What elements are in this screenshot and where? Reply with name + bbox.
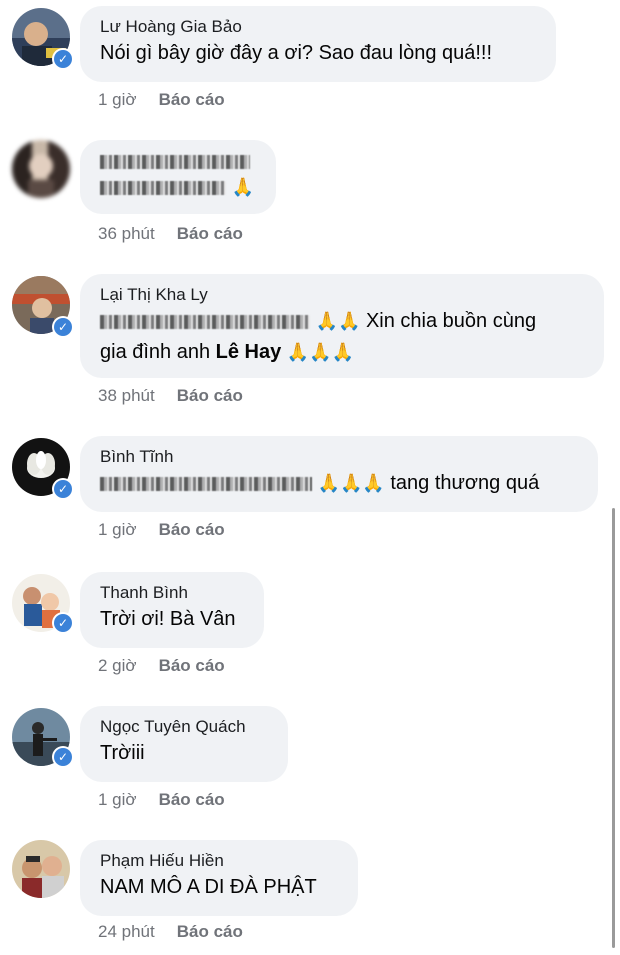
comment-text: NAM MÔ A DI ĐÀ PHẬT — [100, 876, 317, 898]
comment-bubble: Bình Tĩnh 🙏🙏🙏 tang thương quá — [80, 436, 598, 512]
comment-time[interactable]: 1 giờ — [98, 790, 137, 809]
commenter-name[interactable]: Ngọc Tuyên Quách — [100, 716, 268, 738]
comment-time[interactable]: 2 giờ — [98, 656, 137, 675]
comment-time[interactable]: 36 phút — [98, 224, 155, 243]
comment-text: 🙏🙏🙏 tang thương quá — [100, 468, 578, 499]
comment-text: 🙏 — [100, 172, 256, 203]
comment-meta: 1 giờ Báo cáo — [98, 520, 225, 540]
comment-bubble: 🙏 — [80, 140, 276, 214]
comment-bubble: Phạm Hiếu Hiền NAM MÔ A DI ĐÀ PHẬT — [80, 840, 358, 916]
report-button[interactable]: Báo cáo — [159, 90, 225, 109]
comment-time[interactable]: 38 phút — [98, 386, 155, 405]
report-button[interactable]: Báo cáo — [177, 922, 243, 941]
verified-badge-icon: ✓ — [52, 316, 74, 338]
comment-bubble: Ngọc Tuyên Quách Trờiii — [80, 706, 288, 782]
commenter-name[interactable] — [100, 150, 256, 172]
scrollbar[interactable] — [612, 508, 615, 948]
folded-hands-icon: 🙏 — [231, 177, 254, 198]
mentioned-name[interactable]: Lê Hay — [216, 341, 282, 363]
verified-badge-icon: ✓ — [52, 478, 74, 500]
folded-hands-icon: 🙏🙏 — [315, 311, 361, 332]
comment-time[interactable]: 1 giờ — [98, 90, 137, 109]
comment-time[interactable]: 24 phút — [98, 922, 155, 941]
report-button[interactable]: Báo cáo — [159, 790, 225, 809]
comment-text: Trờiii — [100, 742, 145, 764]
comment-meta: 38 phút Báo cáo — [98, 386, 243, 406]
commenter-name[interactable]: Thanh Bình — [100, 582, 244, 604]
comment-bubble: Lại Thị Kha Ly 🙏🙏 Xin chia buồn cùng gia… — [80, 274, 604, 378]
comment-meta: 2 giờ Báo cáo — [98, 656, 225, 676]
comment-meta: 24 phút Báo cáo — [98, 922, 243, 942]
avatar[interactable] — [12, 840, 70, 898]
report-button[interactable]: Báo cáo — [177, 224, 243, 243]
comment-text: gia đình anh Lê Hay 🙏🙏🙏 — [100, 341, 355, 363]
comment-bubble: Thanh Bình Trời ơi! Bà Vân — [80, 572, 264, 648]
report-button[interactable]: Báo cáo — [159, 520, 225, 539]
comment-text: 🙏🙏 Xin chia buồn cùng — [100, 306, 584, 337]
folded-hands-icon: 🙏🙏🙏 — [286, 342, 355, 363]
comment-text: Trời ơi! Bà Vân — [100, 608, 236, 630]
comment-time[interactable]: 1 giờ — [98, 520, 137, 539]
comment-meta: 1 giờ Báo cáo — [98, 90, 225, 110]
folded-hands-icon: 🙏🙏🙏 — [317, 473, 385, 494]
commenter-name[interactable]: Lư Hoàng Gia Bảo — [100, 16, 536, 38]
comment-meta: 1 giờ Báo cáo — [98, 790, 225, 810]
verified-badge-icon: ✓ — [52, 746, 74, 768]
comment-meta: 36 phút Báo cáo — [98, 224, 243, 244]
commenter-name[interactable]: Phạm Hiếu Hiền — [100, 850, 338, 872]
report-button[interactable]: Báo cáo — [159, 656, 225, 675]
commenter-name[interactable]: Bình Tĩnh — [100, 446, 578, 468]
report-button[interactable]: Báo cáo — [177, 386, 243, 405]
commenter-name[interactable]: Lại Thị Kha Ly — [100, 284, 584, 306]
avatar[interactable] — [12, 140, 70, 198]
verified-badge-icon: ✓ — [52, 48, 74, 70]
comment-text: Nói gì bây giờ đây a ơi? Sao đau lòng qu… — [100, 42, 493, 64]
comment-bubble: Lư Hoàng Gia Bảo Nói gì bây giờ đây a ơi… — [80, 6, 556, 82]
verified-badge-icon: ✓ — [52, 612, 74, 634]
